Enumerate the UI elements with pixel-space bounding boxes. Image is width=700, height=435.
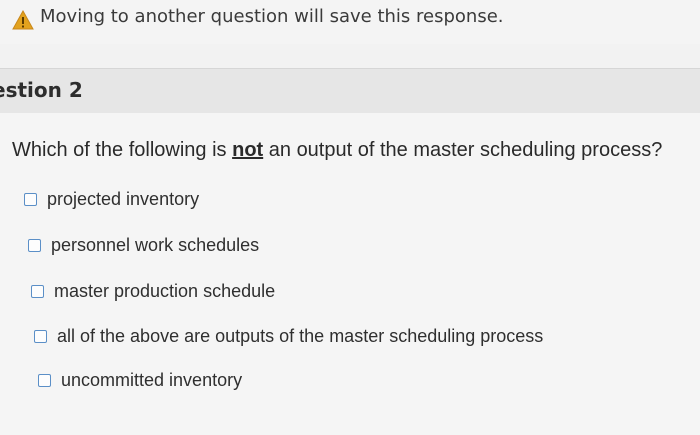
- question-text-after: an output of the master scheduling proce…: [263, 139, 663, 161]
- option-3-checkbox[interactable]: [31, 284, 44, 298]
- option-2-checkbox[interactable]: [28, 238, 41, 252]
- warning-icon: [12, 9, 34, 30]
- answer-option-3[interactable]: master production schedule: [31, 279, 275, 303]
- question-text-before: Which of the following is: [12, 139, 233, 161]
- option-5-label[interactable]: uncommitted inventory: [61, 370, 242, 391]
- warning-text: Moving to another question will save thi…: [40, 6, 504, 27]
- option-3-label[interactable]: master production schedule: [54, 281, 275, 302]
- answer-option-5[interactable]: uncommitted inventory: [38, 368, 242, 392]
- option-5-checkbox[interactable]: [38, 373, 51, 387]
- answer-option-4[interactable]: all of the above are outputs of the mast…: [34, 324, 543, 348]
- question-prompt: Which of the following is not an output …: [12, 139, 662, 162]
- question-body: Which of the following is not an output …: [0, 113, 700, 435]
- answer-option-2[interactable]: personnel work schedules: [28, 233, 259, 257]
- option-1-label[interactable]: projected inventory: [47, 189, 199, 210]
- option-2-label[interactable]: personnel work schedules: [51, 235, 259, 256]
- option-4-checkbox[interactable]: [34, 329, 47, 343]
- option-1-checkbox[interactable]: [24, 192, 37, 206]
- save-warning-banner: Moving to another question will save thi…: [0, 0, 700, 44]
- answer-option-1[interactable]: projected inventory: [24, 187, 199, 211]
- option-4-label[interactable]: all of the above are outputs of the mast…: [57, 326, 543, 347]
- question-text-emphasis: not: [232, 139, 264, 161]
- question-title: estion 2: [0, 78, 83, 102]
- question-header: estion 2: [0, 68, 700, 114]
